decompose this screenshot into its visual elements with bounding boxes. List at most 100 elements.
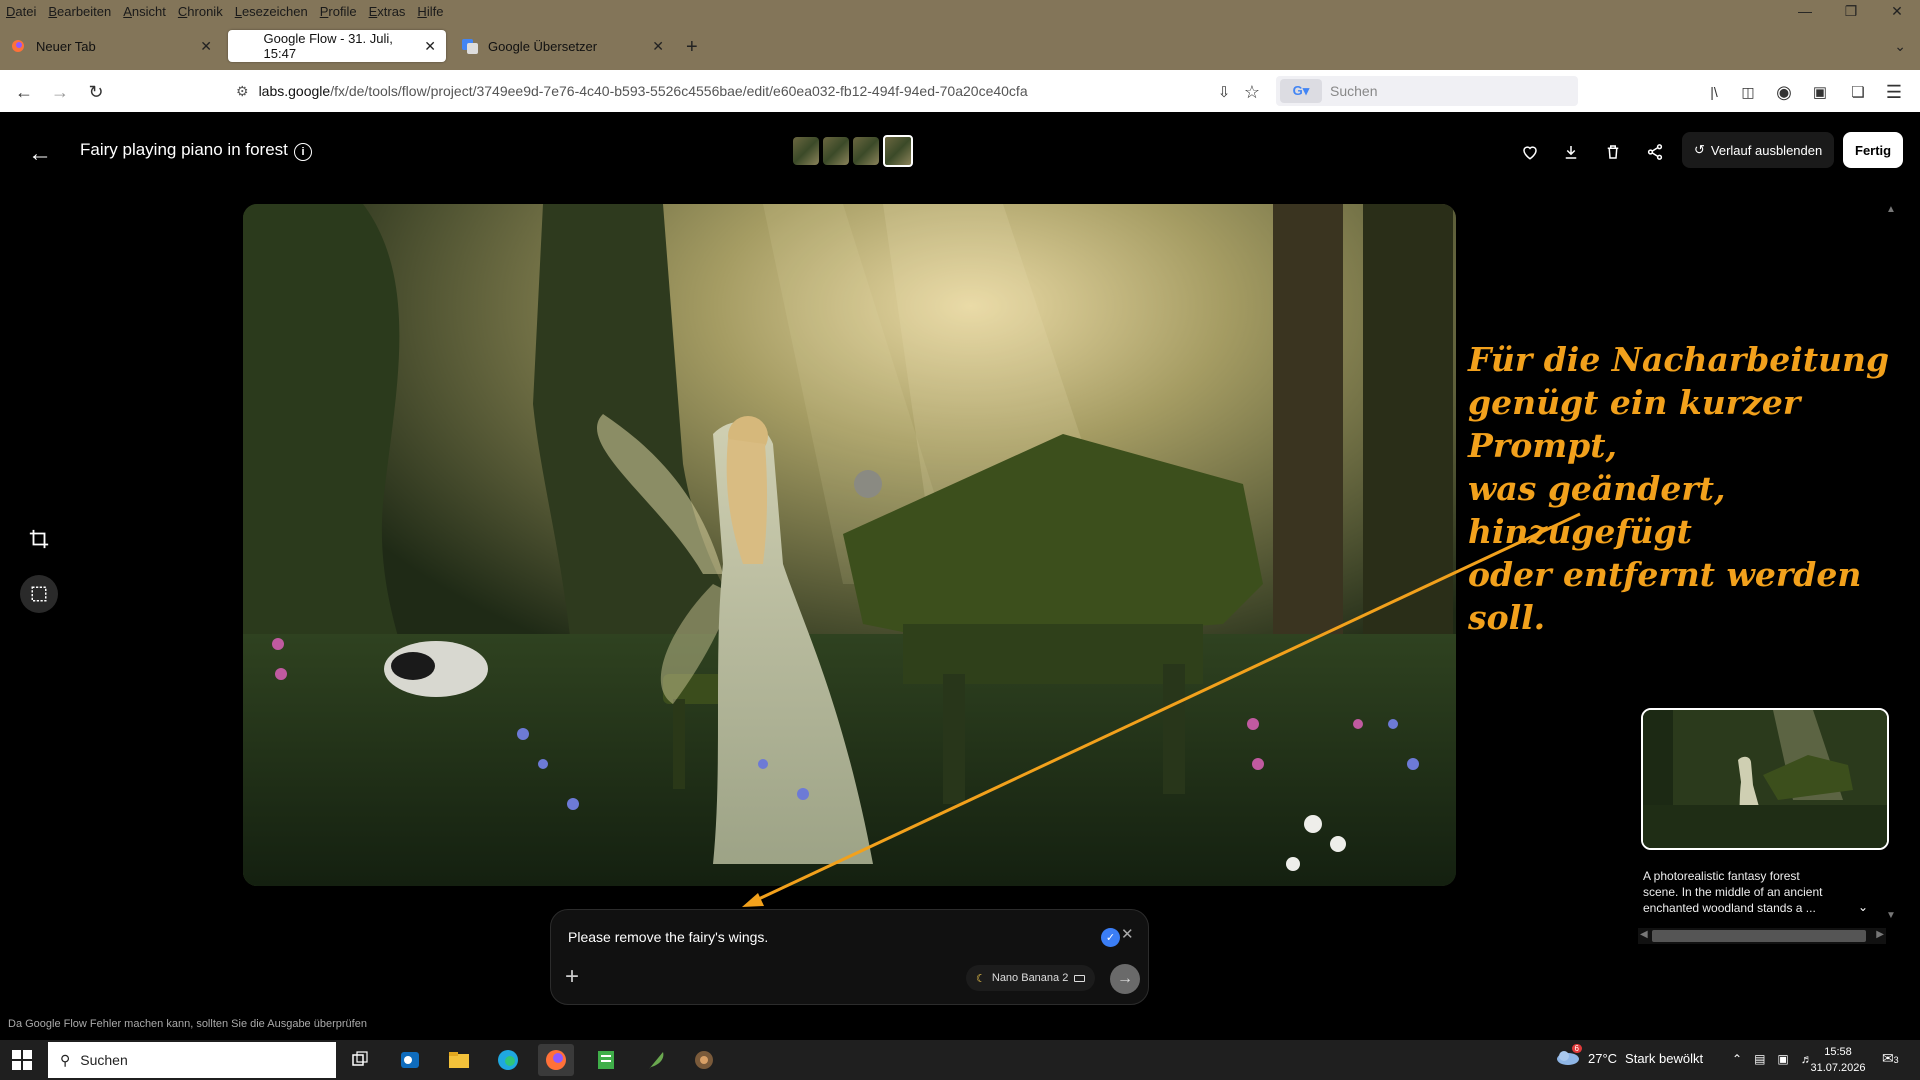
screenshot-icon[interactable]: ▣ <box>1808 80 1832 104</box>
weather-condition: Stark bewölkt <box>1625 1051 1704 1066</box>
file-explorer-icon[interactable] <box>441 1044 477 1076</box>
menu-items: Datei Bearbeiten Ansicht Chronik Lesezei… <box>0 4 443 19</box>
tab-google-translate[interactable]: Google Übersetzer ✕ <box>452 30 674 62</box>
menu-chronik[interactable]: Chronik <box>178 4 223 19</box>
variant-thumbnail[interactable] <box>793 137 819 165</box>
new-tab-button[interactable]: + <box>686 36 698 59</box>
tab-label: Google Übersetzer <box>488 38 598 54</box>
site-info-icon[interactable]: ⚙ <box>236 83 249 100</box>
cloud-icon: 6 <box>1554 1044 1582 1069</box>
expand-chevron-icon[interactable]: ⌄ <box>1858 900 1868 914</box>
model-selector[interactable]: ☾ Nano Banana 2 <box>966 965 1096 991</box>
search-engine-google-icon[interactable]: G▾ <box>1280 79 1322 103</box>
minimize-button[interactable]: — <box>1782 0 1828 22</box>
outlook-icon[interactable] <box>392 1044 428 1076</box>
download-icon[interactable] <box>1561 142 1581 162</box>
window-close-button[interactable]: ✕ <box>1874 0 1920 22</box>
tab-close-icon[interactable]: ✕ <box>652 38 664 55</box>
windows-start-icon[interactable] <box>12 1050 32 1075</box>
network-icon[interactable]: ▣ <box>1777 1052 1788 1066</box>
banana-icon: ☾ <box>976 972 986 985</box>
weather-badge: 6 <box>1571 1044 1582 1053</box>
notepad-icon[interactable] <box>588 1044 624 1076</box>
hide-history-label: Verlauf ausblenden <box>1710 142 1823 158</box>
tab-list-chevron-icon[interactable]: ⌄ <box>1894 38 1906 55</box>
variant-thumbnail[interactable] <box>853 137 879 165</box>
crop-icon[interactable] <box>28 528 50 555</box>
back-button[interactable]: ← <box>28 140 52 168</box>
taskbar-search[interactable]: ⚲ Suchen <box>48 1042 336 1078</box>
tray-chevron-icon[interactable]: ⌃ <box>1732 1052 1742 1066</box>
horizontal-scrollbar[interactable]: ◀ ▶ <box>1638 928 1886 944</box>
task-view-icon[interactable] <box>342 1044 378 1076</box>
clock-date: 31.07.2026 <box>1810 1062 1866 1074</box>
chat-bubble-icon: ✉ <box>1882 1050 1894 1066</box>
menu-profile[interactable]: Profile <box>320 4 357 19</box>
firefox-taskbar-icon[interactable] <box>538 1044 574 1076</box>
reload-icon[interactable]: ↻ <box>84 80 108 104</box>
prompt-input[interactable]: Please remove the fairy's wings. <box>568 929 768 945</box>
search-icon: ⚲ <box>60 1051 71 1068</box>
taskbar-search-label: Suchen <box>80 1052 128 1068</box>
variant-thumbnail[interactable] <box>823 137 849 165</box>
taskbar: ⚲ Suchen 6 27°C Stark bewölkt ⌃ ▤ ▣ ♬ 15… <box>0 1040 1920 1080</box>
extensions-icon[interactable]: ❏ <box>1846 80 1870 104</box>
search-box[interactable]: G▾ Suchen <box>1276 76 1578 106</box>
clock[interactable]: 15:58 31.07.2026 <box>1808 1044 1868 1076</box>
game-app-icon[interactable] <box>686 1044 722 1076</box>
info-icon[interactable]: i <box>294 143 312 161</box>
search-placeholder: Suchen <box>1330 83 1378 99</box>
tab-google-flow[interactable]: Google Flow - 31. Juli, 15:47 ✕ <box>228 30 446 62</box>
restore-button[interactable]: ❐ <box>1828 0 1874 22</box>
tab-close-icon[interactable]: ✕ <box>424 38 436 55</box>
done-button[interactable]: Fertig <box>1843 132 1904 168</box>
weather-widget[interactable]: 6 27°C Stark bewölkt <box>1554 1044 1704 1069</box>
forward-arrow-icon[interactable]: → <box>48 80 72 104</box>
tab-new-tab[interactable]: Neuer Tab ✕ <box>0 30 222 62</box>
generated-image[interactable] <box>243 204 1456 886</box>
share-icon[interactable] <box>1645 142 1665 162</box>
tab-close-icon[interactable]: ✕ <box>200 38 212 55</box>
history-description: A photorealistic fantasy forest scene. I… <box>1643 869 1823 915</box>
scroll-left-icon[interactable]: ◀ <box>1640 929 1648 940</box>
url-bar[interactable]: ⚙ labs.google/fx/de/tools/flow/project/3… <box>228 76 1250 106</box>
delete-trash-icon[interactable] <box>1603 142 1623 162</box>
selection-tool-icon[interactable] <box>20 575 58 613</box>
install-app-icon[interactable]: ⇩ <box>1212 80 1236 104</box>
bookmark-star-icon[interactable]: ☆ <box>1240 80 1264 104</box>
menu-bearbeiten[interactable]: Bearbeiten <box>48 4 111 19</box>
menu-extras[interactable]: Extras <box>369 4 406 19</box>
menu-hilfe[interactable]: Hilfe <box>417 4 443 19</box>
favorite-heart-icon[interactable] <box>1520 142 1540 162</box>
edge-icon[interactable] <box>490 1044 526 1076</box>
checkmark-icon[interactable]: ✓ <box>1101 928 1120 947</box>
menu-bar: Datei Bearbeiten Ansicht Chronik Lesezei… <box>0 0 1920 22</box>
hide-history-button[interactable]: ↺ Verlauf ausblenden <box>1682 132 1835 168</box>
aspect-ratio-icon <box>1074 974 1086 982</box>
send-button[interactable]: → <box>1110 964 1140 994</box>
library-icon[interactable]: |\ <box>1702 80 1726 104</box>
flow-icon <box>238 38 254 54</box>
tab-strip: Neuer Tab ✕ Google Flow - 31. Juli, 15:4… <box>0 22 1920 70</box>
notification-center-icon[interactable]: ✉ 3 <box>1882 1050 1899 1067</box>
scroll-up-icon[interactable]: ▲ <box>1886 204 1896 215</box>
feather-app-icon[interactable] <box>638 1044 674 1076</box>
scrollbar-thumb[interactable] <box>1652 930 1866 942</box>
vertical-scrollbar[interactable]: ▲ ▼ <box>1886 204 1900 924</box>
hamburger-menu-icon[interactable]: ☰ <box>1882 80 1906 104</box>
close-icon[interactable]: ✕ <box>1121 925 1134 943</box>
scroll-down-icon[interactable]: ▼ <box>1886 910 1896 921</box>
sidebar-icon[interactable]: ◫ <box>1736 80 1760 104</box>
menu-lesezeichen[interactable]: Lesezeichen <box>235 4 308 19</box>
account-icon[interactable]: ◉ <box>1772 80 1796 104</box>
back-arrow-icon[interactable]: ← <box>12 80 36 104</box>
scroll-right-icon[interactable]: ▶ <box>1876 929 1884 940</box>
history-thumbnail[interactable] <box>1641 708 1889 850</box>
tray-app-icon[interactable]: ▤ <box>1754 1052 1765 1066</box>
variant-thumbnail-selected[interactable] <box>883 135 913 167</box>
add-media-button[interactable]: + <box>565 963 579 991</box>
system-tray: ⌃ ▤ ▣ ♬ <box>1732 1052 1813 1066</box>
page-title: Fairy playing piano in forest <box>80 140 288 159</box>
menu-datei[interactable]: Datei <box>6 4 36 19</box>
menu-ansicht[interactable]: Ansicht <box>123 4 166 19</box>
